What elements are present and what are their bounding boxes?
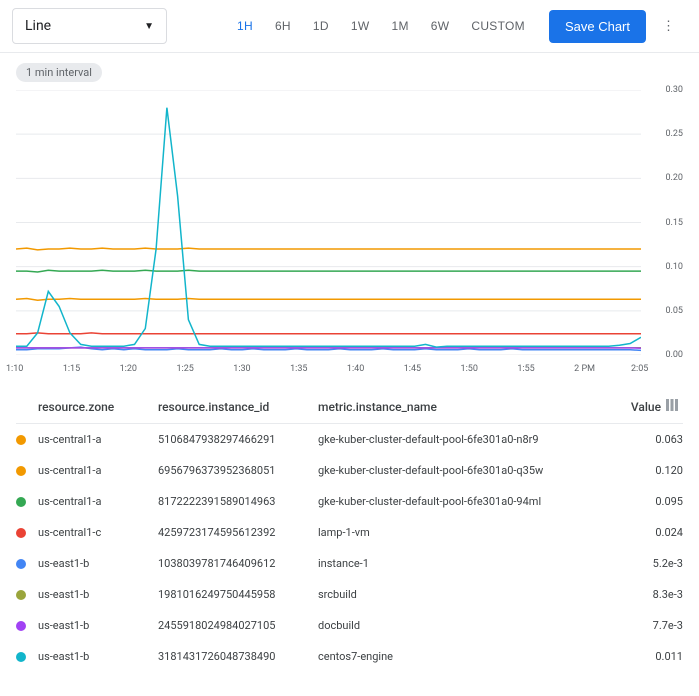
x-tick-label: 1:35 [290, 364, 307, 374]
save-chart-button[interactable]: Save Chart [549, 10, 646, 43]
table-row[interactable]: us-east1-b3181431726048738490centos7-eng… [16, 641, 683, 672]
cell-instance-id: 1981016249750445958 [158, 588, 318, 601]
cell-value: 8.3e-3 [623, 588, 683, 601]
series-color-dot [16, 528, 26, 538]
cell-instance-id: 6956796373952368051 [158, 464, 318, 477]
time-range-6h[interactable]: 6H [265, 11, 301, 41]
cell-instance-name: docbuild [318, 619, 623, 632]
chart-type-dropdown[interactable]: Line ▼ [12, 8, 167, 44]
header-value[interactable]: Value [616, 400, 661, 414]
cell-instance-name: centos7-engine [318, 650, 623, 663]
cell-zone: us-east1-b [38, 619, 158, 632]
table-row[interactable]: us-east1-b2455918024984027105docbuild7.7… [16, 610, 683, 641]
x-axis-labels: 1:101:151:201:251:301:351:401:451:501:55… [16, 364, 641, 380]
cell-value: 0.063 [623, 433, 683, 446]
table-row[interactable]: us-central1-a6956796373952368051gke-kube… [16, 455, 683, 486]
series-color-dot [16, 652, 26, 662]
cell-value: 5.2e-3 [623, 557, 683, 570]
cell-instance-id: 8172222391589014963 [158, 495, 318, 508]
interval-badge: 1 min interval [16, 63, 102, 82]
cell-zone: us-central1-c [38, 526, 158, 539]
table-row[interactable]: us-east1-b1981016249750445958srcbuild8.3… [16, 579, 683, 610]
y-tick-label: 0.10 [665, 262, 683, 272]
header-instance-name[interactable]: metric.instance_name [318, 400, 616, 414]
y-tick-label: 0.05 [665, 306, 683, 316]
cell-value: 0.024 [623, 526, 683, 539]
cell-instance-name: instance-1 [318, 557, 623, 570]
series-color-dot [16, 590, 26, 600]
x-tick-label: 1:55 [517, 364, 534, 374]
chart-type-label: Line [25, 18, 51, 34]
x-tick-label: 1:45 [404, 364, 421, 374]
chart-area: 1 min interval 0.00 0.05 0.10 0.15 0.20 0.25 0… [0, 53, 699, 388]
cell-zone: us-east1-b [38, 588, 158, 601]
x-tick-label: 1:40 [347, 364, 364, 374]
cell-value: 0.011 [623, 650, 683, 663]
y-axis-labels: 0.000.050.100.150.200.250.30 [649, 90, 683, 355]
header-instance-id[interactable]: resource.instance_id [158, 400, 318, 414]
cell-value: 7.7e-3 [623, 619, 683, 632]
cell-value: 0.095 [623, 495, 683, 508]
cell-instance-name: lamp-1-vm [318, 526, 623, 539]
x-tick-label: 1:10 [6, 364, 23, 374]
cell-zone: us-central1-a [38, 433, 158, 446]
cell-instance-name: gke-kuber-cluster-default-pool-6fe301a0-… [318, 495, 623, 508]
legend-table: resource.zone resource.instance_id metri… [0, 388, 699, 684]
x-tick-label: 1:15 [63, 364, 80, 374]
cell-instance-id: 5106847938297466291 [158, 433, 318, 446]
y-tick-label: 0.25 [665, 129, 683, 139]
series-color-dot [16, 621, 26, 631]
time-range-custom[interactable]: CUSTOM [461, 11, 535, 41]
toolbar: Line ▼ 1H6H1D1W1M6WCUSTOM Save Chart ⋮ [0, 0, 699, 53]
series-color-dot [16, 435, 26, 445]
header-zone[interactable]: resource.zone [38, 400, 158, 414]
x-tick-label: 1:25 [176, 364, 193, 374]
time-range-1w[interactable]: 1W [341, 11, 380, 41]
y-tick-label: 0.30 [665, 85, 683, 95]
time-range-1h[interactable]: 1H [227, 11, 263, 41]
cell-instance-id: 1038039781746409612 [158, 557, 318, 570]
column-chooser-icon[interactable] [665, 398, 683, 415]
time-range-6w[interactable]: 6W [421, 11, 460, 41]
time-range-1d[interactable]: 1D [303, 11, 339, 41]
x-tick-label: 1:50 [461, 364, 478, 374]
line-chart-svg [16, 90, 641, 355]
time-range-selector: 1H6H1D1W1M6WCUSTOM [227, 11, 535, 41]
cell-value: 0.120 [623, 464, 683, 477]
x-tick-label: 2 PM [574, 364, 595, 374]
x-tick-label: 1:20 [120, 364, 137, 374]
cell-zone: us-central1-a [38, 495, 158, 508]
cell-instance-id: 3181431726048738490 [158, 650, 318, 663]
series-color-dot [16, 497, 26, 507]
chart-container[interactable]: 0.000.050.100.150.200.250.30 1:101:151:2… [16, 90, 683, 380]
table-row[interactable]: us-east1-b1038039781746409612instance-15… [16, 548, 683, 579]
y-tick-label: 0.20 [665, 173, 683, 183]
cell-zone: us-east1-b [38, 557, 158, 570]
table-row[interactable]: us-central1-c4259723174595612392lamp-1-v… [16, 517, 683, 548]
table-row[interactable]: us-central1-a5106847938297466291gke-kube… [16, 424, 683, 455]
cell-instance-id: 2455918024984027105 [158, 619, 318, 632]
more-options-icon[interactable]: ⋮ [650, 11, 687, 42]
series-color-dot [16, 466, 26, 476]
cell-zone: us-east1-b [38, 650, 158, 663]
cell-instance-id: 4259723174595612392 [158, 526, 318, 539]
y-tick-label: 0.00 [665, 350, 683, 360]
legend-body: us-central1-a5106847938297466291gke-kube… [16, 424, 683, 672]
x-tick-label: 1:30 [233, 364, 250, 374]
cell-zone: us-central1-a [38, 464, 158, 477]
chevron-down-icon: ▼ [144, 21, 154, 32]
x-tick-label: 2:05 [631, 364, 648, 374]
y-tick-label: 0.15 [665, 218, 683, 228]
legend-header-row: resource.zone resource.instance_id metri… [16, 388, 683, 424]
cell-instance-name: srcbuild [318, 588, 623, 601]
cell-instance-name: gke-kuber-cluster-default-pool-6fe301a0-… [318, 464, 623, 477]
cell-instance-name: gke-kuber-cluster-default-pool-6fe301a0-… [318, 433, 623, 446]
series-color-dot [16, 559, 26, 569]
table-row[interactable]: us-central1-a8172222391589014963gke-kube… [16, 486, 683, 517]
time-range-1m[interactable]: 1M [381, 11, 418, 41]
